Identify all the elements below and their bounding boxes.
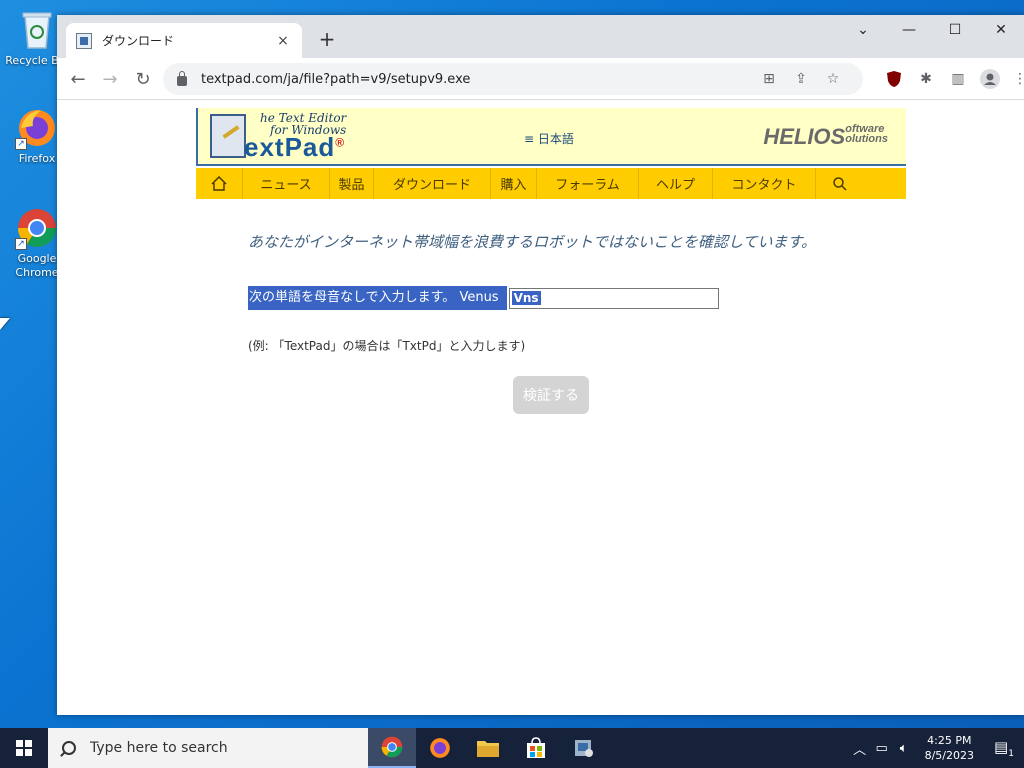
maximize-button[interactable]: ☐ [932,15,978,45]
windows-logo-icon [16,740,32,756]
nav-item-products[interactable]: 製品 [330,168,374,199]
captcha-prompt: 次の単語を母音なしで入力します。 Venus [248,286,507,310]
start-button[interactable] [0,728,48,768]
reload-button[interactable]: ↻ [131,67,155,91]
firefox-icon [430,738,450,758]
nav-item-contact[interactable]: コンタクト [713,168,816,199]
translate-icon[interactable]: ⊞ [753,71,785,87]
close-window-button[interactable]: ✕ [978,15,1024,45]
search-placeholder: Type here to search [90,740,228,756]
language-selector[interactable]: ≡ 日本語 [524,130,574,147]
taskbar-installer[interactable] [560,728,608,768]
new-tab-button[interactable]: + [315,27,339,51]
bot-check-notice: あなたがインターネット帯域幅を浪費するロボットではないことを確認しています。 [248,233,817,251]
captcha-row: 次の単語を母音なしで入力します。 Venus Vns [248,286,719,310]
shortcut-arrow-icon: ↗ [15,138,27,150]
logo-name-text: extPad [244,132,336,162]
site-nav: ニュース 製品 ダウンロード 購入 フォーラム ヘルプ コンタクト [196,168,906,199]
desktop-icon-label: Google Chrome [15,252,59,279]
helios-logo[interactable]: HELIOSoftware olutions [763,124,888,150]
captcha-example: (例: 「TextPad」の場合は「TxtPd」と入力します) [248,339,526,353]
textpad-logo-icon [210,114,246,158]
nav-item-news[interactable]: ニュース [243,168,330,199]
tab-close-icon[interactable]: × [274,33,292,49]
nav-home-icon[interactable] [196,168,243,199]
textpad-logo[interactable]: he Text Editor for Windows extPad® [210,112,370,162]
tab-download[interactable]: ダウンロード × [66,23,302,58]
clock-time: 4:25 PM [927,734,972,747]
taskbar-chrome[interactable] [368,728,416,768]
tab-strip: ダウンロード × + ⌄ — ☐ ✕ [57,15,1024,58]
installer-icon [575,740,593,757]
profile-avatar-icon[interactable] [979,68,1001,90]
lock-icon [177,71,187,86]
search-icon [62,741,76,755]
logo-registered-mark: ® [335,135,346,150]
window-controls: ⌄ — ☐ ✕ [840,15,1024,45]
logo-name: extPad® [244,132,345,163]
nav-item-download[interactable]: ダウンロード [374,168,491,199]
browser-window: ダウンロード × + ⌄ — ☐ ✕ ← → ↻ textpad.com/ja/… [57,15,1024,715]
taskbar-search-box[interactable]: Type here to search [48,728,368,768]
nav-search-icon[interactable] [816,168,864,199]
taskbar-file-explorer[interactable] [464,728,512,768]
side-panel-icon[interactable]: ▥ [947,68,969,90]
taskbar-firefox[interactable] [416,728,464,768]
network-icon[interactable]: ▭ [871,741,893,756]
nav-item-help[interactable]: ヘルプ [639,168,713,199]
tab-title: ダウンロード [102,34,175,48]
recycle-bin-icon [15,8,59,52]
helios-brand: HELIOS [763,124,846,149]
address-bar[interactable]: textpad.com/ja/file?path=v9/setupv9.exe … [163,63,863,95]
captcha-answer-value: Vns [511,291,541,305]
chrome-icon: ↗ [15,206,59,250]
tab-search-button[interactable]: ⌄ [840,15,886,45]
notification-count: 1 [1008,748,1014,759]
share-icon[interactable]: ⇪ [785,71,817,87]
verify-button[interactable]: 検証する [513,376,589,414]
site-header: he Text Editor for Windows extPad® ≡ 日本語… [196,108,906,166]
forward-button[interactable]: → [98,67,122,91]
nav-item-forum[interactable]: フォーラム [537,168,639,199]
captcha-answer-input[interactable]: Vns [508,287,719,309]
browser-menu-icon[interactable]: ⋮ [1009,68,1024,90]
extensions-puzzle-icon[interactable]: ✱ [915,68,937,90]
clock[interactable]: 4:25 PM 8/5/2023 [915,733,984,763]
desktop-icon-label: Firefox [18,152,56,165]
taskbar: Type here to search ︿ ▭ 🔈︎ 4:25 PM 8/5/2… [0,728,1024,768]
store-bag-icon [527,737,545,758]
ublock-origin-icon[interactable] [883,68,905,90]
mouse-cursor-icon [0,318,10,330]
chrome-icon [381,736,403,758]
taskbar-store[interactable] [512,728,560,768]
url-text: textpad.com/ja/file?path=v9/setupv9.exe [201,71,471,87]
folder-icon [477,741,499,757]
bookmark-star-icon[interactable]: ☆ [817,71,849,87]
browser-toolbar: ← → ↻ textpad.com/ja/file?path=v9/setupv… [57,58,1024,100]
helios-suffix: oftware olutions [845,124,888,145]
minimize-button[interactable]: — [886,15,932,45]
page-content: he Text Editor for Windows extPad® ≡ 日本語… [57,101,1024,715]
firefox-icon: ↗ [15,106,59,150]
helios-suffix-2: olutions [845,133,888,145]
textpad-favicon-icon [76,32,92,49]
chevron-up-icon[interactable]: ︿ [849,739,871,758]
shortcut-arrow-icon: ↗ [15,238,27,250]
back-button[interactable]: ← [66,67,90,91]
system-tray: ︿ ▭ 🔈︎ 4:25 PM 8/5/2023 ▤1 [849,728,1024,768]
volume-icon[interactable]: 🔈︎ [893,741,915,756]
nav-item-purchase[interactable]: 購入 [491,168,537,199]
clock-date: 8/5/2023 [924,749,974,762]
notification-center-icon[interactable]: ▤1 [984,738,1024,759]
